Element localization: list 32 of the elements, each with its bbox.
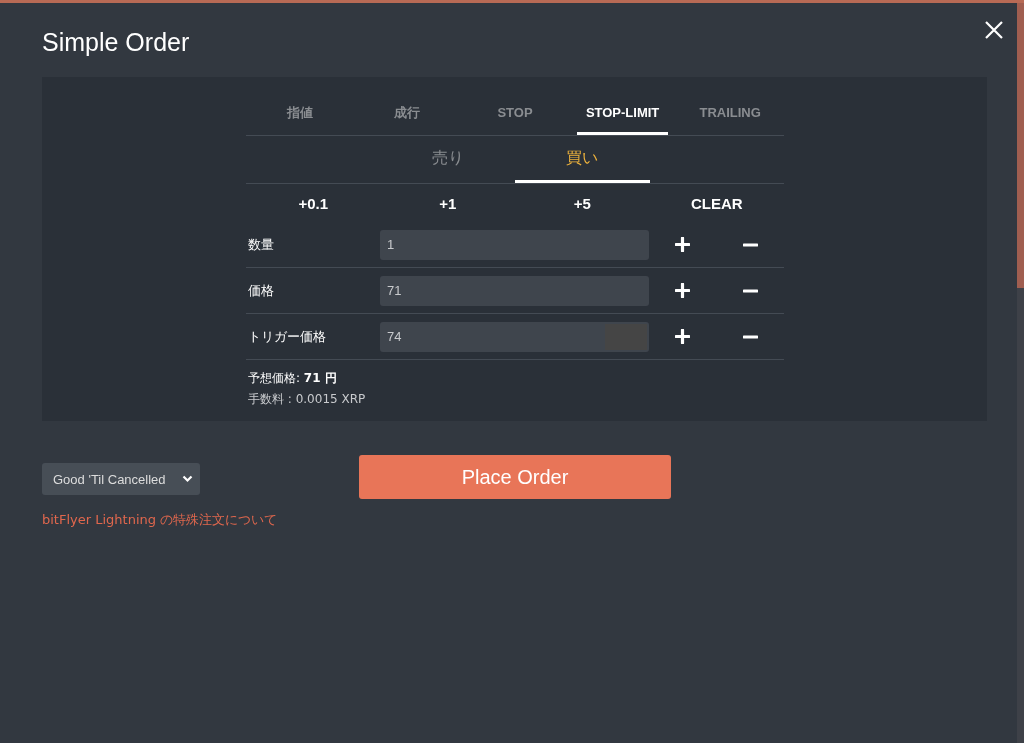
fee-text: 手数料 : 0.0015 XRP: [248, 391, 367, 408]
time-in-force-select[interactable]: Good 'Til Cancelled: [42, 463, 200, 495]
order-type-tab[interactable]: STOP-LIMIT: [576, 93, 669, 135]
dialog-title: Simple Order: [42, 28, 190, 57]
order-type-tab[interactable]: 指値: [254, 93, 346, 135]
order-type-tab[interactable]: TRAILING: [684, 93, 776, 135]
input-field[interactable]: 71: [380, 275, 649, 306]
step-button[interactable]: +5: [515, 184, 650, 222]
plus-icon[interactable]: [675, 329, 690, 344]
minus-icon[interactable]: [742, 334, 758, 339]
order-type-tab[interactable]: STOP: [469, 93, 561, 135]
field-label: 数量: [247, 235, 275, 254]
step-button[interactable]: +1: [380, 184, 515, 222]
estimated-price: 予想価格: 71 円: [248, 370, 338, 387]
scrollbar-thumb[interactable]: [1017, 3, 1024, 288]
field-label: トリガー価格: [247, 327, 327, 346]
close-icon[interactable]: [985, 21, 1003, 39]
step-button[interactable]: +0.1: [246, 184, 381, 222]
side-tab[interactable]: 買い: [515, 136, 650, 183]
plus-icon[interactable]: [675, 283, 690, 298]
side-tab[interactable]: 売り: [380, 136, 515, 183]
place-order-button[interactable]: Place Order: [359, 455, 671, 499]
minus-icon[interactable]: [742, 242, 758, 247]
order-type-tab[interactable]: 成行: [361, 93, 454, 135]
field-label: 価格: [247, 281, 275, 300]
chevron-down-icon: [182, 475, 193, 483]
info-link[interactable]: bitFlyer Lightning の特殊注文について: [42, 511, 359, 529]
minus-icon[interactable]: [742, 288, 758, 293]
plus-icon[interactable]: [675, 237, 690, 252]
step-button[interactable]: CLEAR: [649, 184, 784, 222]
input-field[interactable]: 1: [380, 229, 649, 260]
input-field[interactable]: 74: [380, 321, 649, 352]
